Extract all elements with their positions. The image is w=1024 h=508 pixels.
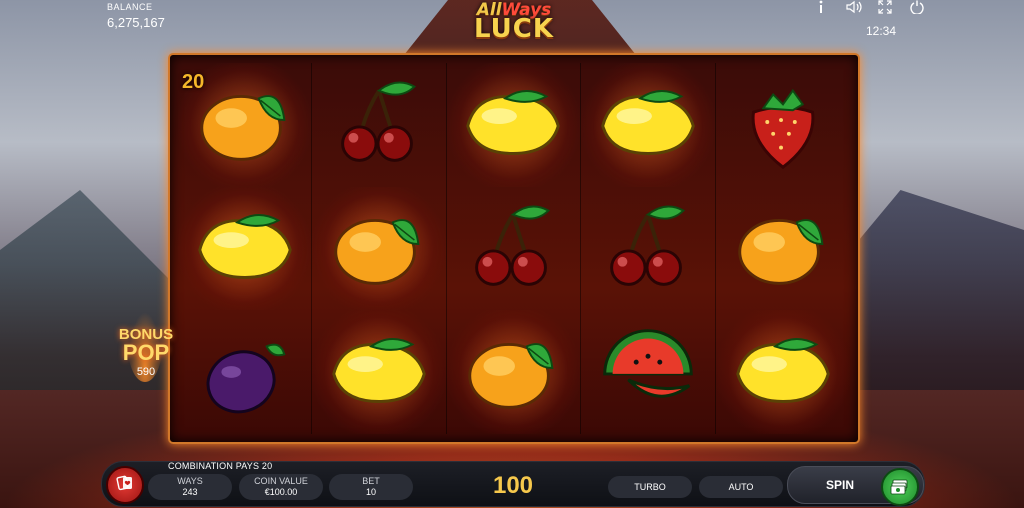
bonus-line2: POP xyxy=(122,340,170,365)
coin-value-label: COIN VALUE xyxy=(254,476,308,486)
bet-value: 10 xyxy=(365,487,376,497)
logo-luck: LUCK xyxy=(474,14,554,44)
power-icon[interactable] xyxy=(910,0,924,17)
reel-grid xyxy=(178,63,850,434)
spin-button[interactable]: SPIN xyxy=(787,466,924,506)
lemon-icon xyxy=(454,72,572,177)
bet-selector[interactable]: BET 10 xyxy=(329,474,413,500)
reel-cell xyxy=(716,187,850,311)
balance-value: 6,275,167 xyxy=(107,15,165,30)
auto-label: AUTO xyxy=(728,482,754,492)
cherry-icon xyxy=(589,196,707,301)
ways-display: WAYS 243 xyxy=(148,474,232,500)
money-icon xyxy=(881,468,919,506)
turbo-button[interactable]: TURBO xyxy=(608,476,692,498)
reel-cell xyxy=(178,310,313,434)
reel-cell xyxy=(581,63,716,187)
coin-value-value: €100.00 xyxy=(264,487,298,497)
lemon-icon xyxy=(320,320,438,425)
reel-cell xyxy=(178,186,313,311)
combination-text: COMBINATION PAYS 20 xyxy=(168,461,273,471)
reel-cell xyxy=(581,186,716,311)
info-icon[interactable] xyxy=(814,0,828,17)
reel-cell xyxy=(715,310,850,434)
sound-icon[interactable] xyxy=(846,0,862,17)
top-icon-bar xyxy=(814,0,924,17)
turbo-label: TURBO xyxy=(634,482,666,492)
bonus-pop-badge[interactable]: BONUS POP 590 xyxy=(114,312,178,382)
orange-icon xyxy=(454,320,572,425)
clock: 12:34 xyxy=(865,24,896,38)
auto-button[interactable]: AUTO xyxy=(699,476,783,498)
menu-button[interactable] xyxy=(106,466,144,504)
game-logo: AllWays LUCK xyxy=(462,0,566,48)
cherry-icon xyxy=(454,196,572,301)
reel-cell xyxy=(446,310,582,434)
reel-cell xyxy=(446,63,582,187)
balance-display: BALANCE 6,275,167 xyxy=(107,2,165,30)
bet-label: BET xyxy=(362,476,380,486)
plum-icon xyxy=(186,320,304,425)
reel-cell xyxy=(312,186,447,311)
bonus-value: 590 xyxy=(136,366,156,378)
reel-cell xyxy=(716,63,850,187)
watermelon-icon xyxy=(589,320,707,425)
orange-icon xyxy=(724,196,842,301)
reel-frame xyxy=(168,53,860,444)
mountain-right xyxy=(834,190,1024,390)
ways-label: WAYS xyxy=(177,476,203,486)
strawberry-icon xyxy=(724,72,842,177)
reel-cell xyxy=(312,63,447,187)
ways-value: 243 xyxy=(182,487,198,497)
spin-label: SPIN xyxy=(826,478,855,492)
lemon-icon xyxy=(589,72,707,177)
lemon-icon xyxy=(724,320,842,425)
cherry-icon xyxy=(320,72,438,177)
reel-cell xyxy=(312,310,447,434)
total-bet-value: 100 xyxy=(492,472,534,499)
coin-value-selector[interactable]: COIN VALUE €100.00 xyxy=(239,474,323,500)
balance-label: BALANCE xyxy=(107,2,153,12)
orange-icon xyxy=(320,196,438,301)
cards-icon xyxy=(116,474,134,497)
reel-cell xyxy=(581,310,716,434)
reel-cell xyxy=(447,186,582,311)
lemon-icon xyxy=(186,196,304,301)
fullscreen-icon[interactable] xyxy=(878,0,892,17)
win-count: 20 xyxy=(182,71,205,93)
